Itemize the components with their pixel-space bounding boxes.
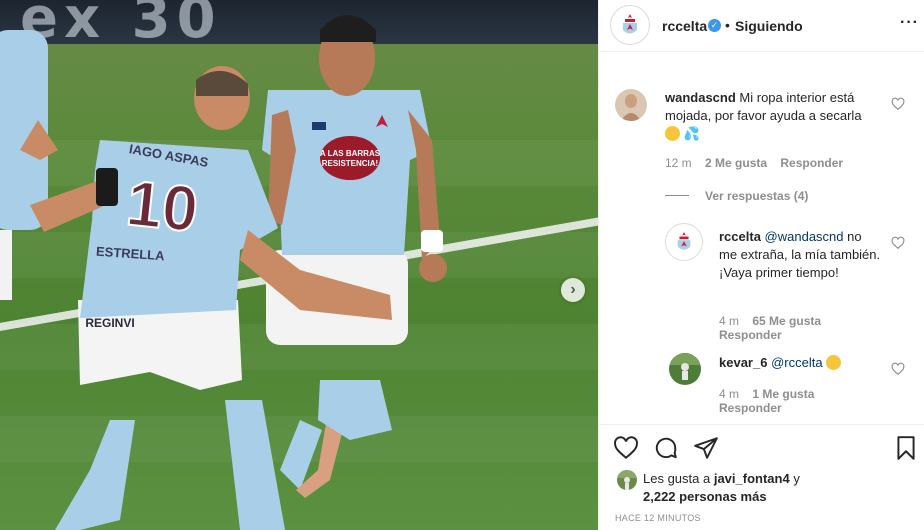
likes-joiner: y <box>793 471 800 486</box>
following-button[interactable]: Siguiendo <box>735 18 803 34</box>
reply-mention[interactable]: @wandascnd <box>765 229 844 244</box>
post-photo[interactable]: ex 30 A LAS BARRAS RESISTENCIA! IAGO ASP… <box>0 0 598 530</box>
jersey-number: 10 <box>123 167 201 246</box>
liker-username[interactable]: javi_fontan4 <box>714 471 790 486</box>
author-username[interactable]: rccelta <box>662 18 707 34</box>
comment-meta: 12 m 2 Me gusta Responder <box>665 156 843 170</box>
next-photo-button[interactable]: › <box>561 278 585 302</box>
share-icon[interactable] <box>693 435 719 461</box>
reply-like-heart-icon[interactable] <box>891 236 905 250</box>
comment-username[interactable]: wandascnd <box>665 90 736 105</box>
comment-likes[interactable]: 2 Me gusta <box>705 156 767 170</box>
players-illustration: A LAS BARRAS RESISTENCIA! IAGO ASPAS 10 … <box>0 15 447 530</box>
badge-line-2: RESISTENCIA! <box>322 159 378 168</box>
shorts-brand: REGINVI <box>85 316 134 330</box>
separator-dot: • <box>725 17 730 33</box>
post-side-panel: rccelta ✓ • Siguiendo ··· wandascnd Mi r… <box>598 0 924 530</box>
comment-body: wandascnd Mi ropa interior está mojada, … <box>665 89 887 143</box>
post-actions: Les gusta a javi_fontan4 y 2,222 persona… <box>599 424 924 530</box>
likes-count-button[interactable]: 2,222 personas más <box>643 489 767 504</box>
bookmark-icon[interactable] <box>893 435 919 461</box>
replies-divider <box>665 195 689 196</box>
reply-body: kevar_6 @rccelta <box>719 354 889 372</box>
ellipsis-icon[interactable]: ··· <box>900 14 919 32</box>
post-timestamp[interactable]: HACE 12 MINUTOS <box>615 513 701 523</box>
left-edge-player <box>0 30 58 300</box>
likes-prefix: Les gusta a <box>643 471 711 486</box>
reply-button[interactable]: Responder <box>780 156 843 170</box>
reply-likes[interactable]: 65 Me gusta <box>752 314 821 328</box>
post-header: rccelta ✓ • Siguiendo ··· <box>599 0 924 52</box>
reply-time: 4 m <box>719 314 740 328</box>
celta-crest-icon <box>668 226 700 258</box>
celta-crest-icon <box>613 8 647 42</box>
heart-icon[interactable] <box>613 435 639 461</box>
reply-username[interactable]: rccelta <box>719 229 761 244</box>
comments-list[interactable]: wandascnd Mi ropa interior está mojada, … <box>599 53 924 423</box>
liker-avatar[interactable] <box>617 470 637 490</box>
reply-like-heart-icon[interactable] <box>891 362 905 376</box>
comment-icon[interactable] <box>653 435 679 461</box>
reply-meta: 4 m 1 Me gusta Responder <box>719 387 889 415</box>
sweat-droplets-emoji: 💦 <box>683 126 700 141</box>
reply-avatar[interactable] <box>669 353 701 385</box>
reply-time: 4 m <box>719 387 740 401</box>
likes-summary: Les gusta a javi_fontan4 y 2,222 persona… <box>643 470 913 506</box>
reply-meta: 4 m 65 Me gusta Responder <box>719 314 889 342</box>
reply-likes[interactable]: 1 Me gusta <box>752 387 814 401</box>
reply-button[interactable]: Responder <box>719 328 782 342</box>
author-avatar[interactable] <box>610 5 650 45</box>
view-replies-button[interactable]: Ver respuestas (4) <box>705 189 808 203</box>
player-2: A LAS BARRAS RESISTENCIA! <box>262 15 447 498</box>
grinning-sweat-emoji <box>826 355 842 370</box>
comment-time: 12 m <box>665 156 692 170</box>
reply-username[interactable]: kevar_6 <box>719 355 767 370</box>
reply-body: rccelta @wandascnd no me extraña, la mía… <box>719 228 883 282</box>
verified-badge-icon: ✓ <box>708 19 721 32</box>
reply-button[interactable]: Responder <box>719 401 782 415</box>
reply-avatar[interactable] <box>665 223 703 261</box>
badge-line-1: A LAS BARRAS <box>320 149 381 158</box>
kissing-face-emoji <box>665 126 680 141</box>
chevron-right-icon: › <box>570 281 576 298</box>
comment-avatar[interactable] <box>615 89 647 121</box>
comment-like-heart-icon[interactable] <box>891 97 905 111</box>
reply-mention[interactable]: @rccelta <box>771 355 823 370</box>
